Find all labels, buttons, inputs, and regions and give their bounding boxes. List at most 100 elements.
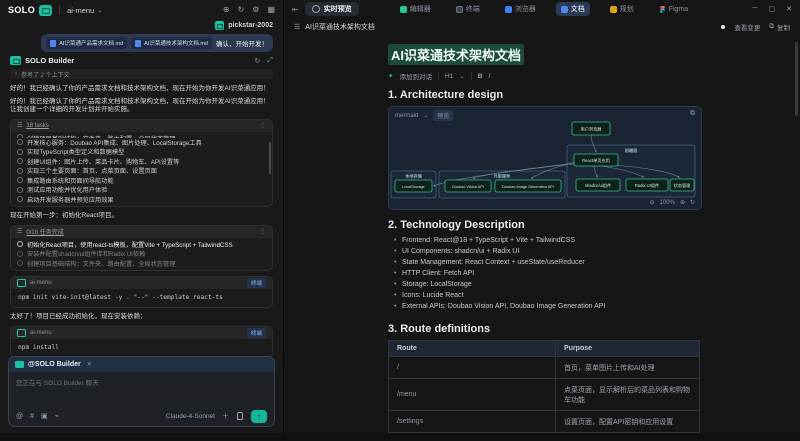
window-maximize-button[interactable]: ▢ xyxy=(769,5,776,13)
tab-browser[interactable]: 浏览器 xyxy=(500,2,541,16)
layout-icon[interactable]: ▦ xyxy=(267,6,275,14)
task-circle-icon xyxy=(17,251,23,257)
image-icon[interactable]: ▣ xyxy=(41,413,48,420)
zoom-out-icon[interactable]: ⊖ xyxy=(650,199,655,206)
new-chat-icon[interactable]: ⊕ xyxy=(223,6,230,14)
context-reference-toggle[interactable]: › 参考了 2 个上下文 xyxy=(10,69,273,79)
chevron-down-icon[interactable]: ⌄ xyxy=(423,112,428,119)
close-icon[interactable]: ✕ xyxy=(87,361,92,368)
view-changes-button[interactable]: 查看变更 xyxy=(734,22,760,32)
window-minimize-button[interactable]: ─ xyxy=(753,5,758,13)
docs-tab-icon xyxy=(561,6,568,13)
more-icon[interactable]: ⋮ xyxy=(260,122,266,129)
agent-header: SOLO Builder ↻ ⤢ xyxy=(0,55,283,66)
terminal-project-label: ai-menu xyxy=(30,280,52,286)
terminal-card-header: ai-menu 终端 xyxy=(11,327,272,339)
node-label: 用户浏览器 xyxy=(581,126,603,133)
open-terminal-button[interactable]: 终端 xyxy=(247,328,266,338)
expand-icon[interactable]: ⤢ xyxy=(267,57,273,65)
terminal-command: npm init vite-init@latest -y . "--" --te… xyxy=(11,289,272,307)
tab-editor[interactable]: 编辑器 xyxy=(395,2,436,16)
chevron-down-icon[interactable]: ⌄ xyxy=(459,72,464,80)
command-icon[interactable]: # xyxy=(30,413,34,420)
project-menu[interactable]: ai-menu xyxy=(67,6,94,15)
refresh-icon[interactable]: ↻ xyxy=(255,57,261,65)
task-progress-label: 0/18 任务完成 xyxy=(26,227,63,236)
task-item: 启动开发服务器并预览应用效果 xyxy=(17,195,266,205)
heading-format-button[interactable]: H1 xyxy=(445,73,453,80)
user-message-text: 确认，开始开发！ xyxy=(216,38,268,48)
task-item: 测试应用功能并优化用户体验 xyxy=(17,185,266,195)
task-item: 创建UI组件：图片上传、菜品卡片、购物车、API设置等 xyxy=(17,157,266,167)
mention-icon[interactable]: @ xyxy=(16,413,23,420)
collapse-panel-icon[interactable]: ⇤ xyxy=(292,5,299,14)
document-content: AI识菜通技术架构文档 ✦ 添加到对话 H1 ⌄ B I 1. Architec… xyxy=(284,36,800,441)
brand-logo-text: SOLO xyxy=(8,5,35,15)
live-preview-label: 实时预览 xyxy=(324,4,352,14)
task-circle-icon xyxy=(17,260,23,266)
more-icon[interactable]: ⋮ xyxy=(260,228,266,235)
task-item: 创建项目基础结构：文件夹、路由配置、全局状态管理 xyxy=(17,259,266,269)
scrollbar-thumb[interactable] xyxy=(269,142,271,174)
purpose-cell: 点菜页面，显示解析后的菜品列表和购物车功能 xyxy=(556,379,700,411)
attachment-name: AI识菜通技术架构文档.md xyxy=(144,39,208,47)
column-header: Purpose xyxy=(556,341,700,357)
task-progress-header[interactable]: ☰ 0/18 任务完成 ⋮ xyxy=(11,226,272,238)
preview-panel: ⇤ 实时预览 编辑器 终端 浏览器 文档 规划 Figma ─ xyxy=(283,0,800,433)
diagram-mode-chip[interactable]: 预览 xyxy=(433,110,453,121)
copy-button[interactable]: ⧉ 复制 xyxy=(769,22,790,32)
tab-docs[interactable]: 文档 xyxy=(556,2,590,16)
mermaid-flowchart: 前端层 外部服务 本地存储 用户浏览器 React单页应用 shad xyxy=(389,107,701,209)
diagram-language-selector[interactable]: mermaid xyxy=(395,113,418,119)
user-message-bubble: AI识菜通产品需求文档.md AI识菜通技术架构文档.md 确认，开始开发！ xyxy=(41,34,273,52)
settings-gear-icon[interactable]: ⚙ xyxy=(252,6,259,14)
reset-zoom-icon[interactable]: ↻ xyxy=(690,199,695,206)
live-preview-icon xyxy=(312,5,320,13)
preview-topbar: ⇤ 实时预览 编辑器 终端 浏览器 文档 规划 Figma ─ xyxy=(284,0,800,18)
chat-composer[interactable]: @SOLO Builder ✕ 您正在与 SOLO Builder 聊天 @ #… xyxy=(8,356,275,427)
composer-agent-chip[interactable]: @SOLO Builder ✕ xyxy=(9,357,274,372)
node-label: 状态管理 xyxy=(674,182,692,189)
diagram-copy-icon[interactable]: ⧉ xyxy=(690,110,695,118)
chevron-down-icon[interactable]: ⌄ xyxy=(97,7,102,14)
tab-planning[interactable]: 规划 xyxy=(605,2,639,16)
column-header: Route xyxy=(389,341,556,357)
tab-figma[interactable]: Figma xyxy=(654,4,693,15)
node-label: shadcn/ui组件 xyxy=(585,182,611,189)
preview-tabs: 编辑器 终端 浏览器 文档 规划 Figma xyxy=(395,2,693,16)
copy-icon: ⧉ xyxy=(769,23,774,31)
tab-terminal[interactable]: 终端 xyxy=(451,2,485,16)
window-close-button[interactable]: ✕ xyxy=(786,5,792,13)
italic-button[interactable]: I xyxy=(488,73,490,80)
attachment-chip[interactable]: AI识菜通技术架构文档.md xyxy=(131,37,212,49)
attachment-chip[interactable]: AI识菜通产品需求文档.md xyxy=(46,37,127,49)
zoom-in-icon[interactable]: ⊕ xyxy=(680,199,685,206)
bullet-item: UI Components: shadcn/ui + Radix UI xyxy=(394,246,800,257)
node-label: Doubao Image Generation API xyxy=(502,185,554,189)
task-item: 实现TypeScript类型定义和数据模型 xyxy=(17,147,266,157)
context-note: 参考了 2 个上下文 xyxy=(21,70,70,79)
table-row: /menu 点菜页面，显示解析后的菜品列表和购物车功能 xyxy=(389,379,700,411)
bold-button[interactable]: B xyxy=(478,73,483,80)
section-heading: 2. Technology Description xyxy=(388,219,800,231)
model-selector[interactable]: Claude-4-Sonnet xyxy=(166,413,215,420)
file-icon xyxy=(135,40,141,47)
task-progress-card: ☰ 0/18 任务完成 ⋮ 初始化React项目，使用react-ts模板，配置… xyxy=(10,225,273,272)
add-to-chat-button[interactable]: 添加到对话 xyxy=(399,71,432,81)
add-icon[interactable]: ＋ xyxy=(222,413,229,420)
task-circle-icon xyxy=(17,177,23,183)
mcp-icon[interactable]: ⌁ xyxy=(55,413,59,420)
task-circle-icon xyxy=(17,139,23,145)
send-button[interactable]: ↑ xyxy=(251,410,267,423)
open-terminal-button[interactable]: 终端 xyxy=(247,278,266,288)
microphone-icon[interactable] xyxy=(237,412,243,420)
composer-input[interactable]: 您正在与 SOLO Builder 聊天 xyxy=(9,372,274,406)
live-preview-toggle[interactable]: 实时预览 xyxy=(305,2,359,16)
browser-tab-icon xyxy=(505,6,512,13)
document-scrollbar-thumb[interactable] xyxy=(795,42,798,116)
terminal-command: npm install xyxy=(11,339,272,357)
route-table: Route Purpose / 首页，菜单图片上传和AI处理 /menu 点菜页… xyxy=(388,340,700,433)
task-list-header[interactable]: ☰ 18 tasks ⋮ xyxy=(11,120,272,132)
history-icon[interactable]: ↻ xyxy=(238,6,245,14)
outline-icon[interactable]: ☰ xyxy=(294,23,300,31)
